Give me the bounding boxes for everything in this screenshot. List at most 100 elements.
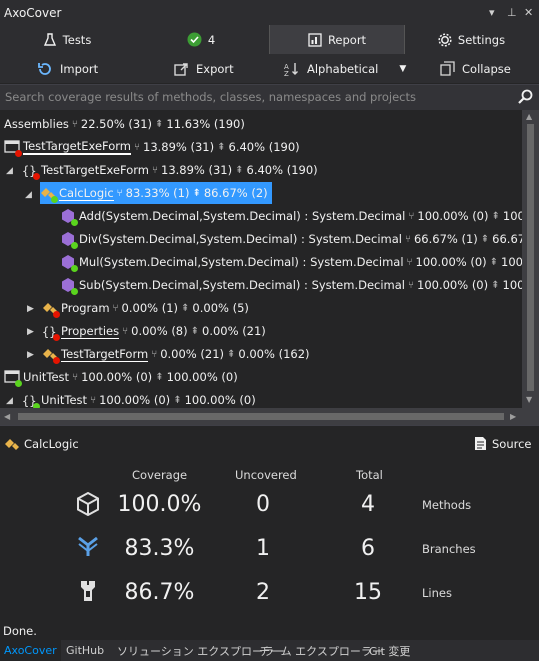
status-text: Done. [3,624,37,638]
collapsed-arrow-icon[interactable]: ▶ [27,350,34,360]
vertical-scrollbar[interactable]: ▲ ▼ [522,110,539,408]
scroll-down-icon[interactable]: ▼ [526,395,532,404]
expand-arrow-icon[interactable]: ◢ [25,190,32,200]
project-icon [4,369,22,387]
scrollbar-corner [522,408,539,425]
export-button[interactable]: Export [173,54,234,83]
branch-coverage-icon: ⇞ [227,348,236,360]
branch-coverage-icon: ⇞ [235,164,244,176]
line-coverage-value: 100.00% (0) [417,209,489,223]
tree-row-namespace[interactable]: {} TestTargetExeForm ⑂ 13.89% (31) ⇞ 6.4… [22,159,318,181]
import-button[interactable]: Import [37,54,98,83]
collapse-button[interactable]: Collapse [440,54,511,83]
line-coverage-icon: ⑂ [116,187,123,199]
line-coverage-icon: ⑂ [406,256,413,268]
line-coverage-icon: ⑂ [152,164,158,176]
tree-row-unittest-project[interactable]: UnitTest ⑂ 100.00% (0) ⇞ 100.00% (0) [4,366,238,388]
branches-uncovered: 1 [256,536,270,561]
branch-coverage-value: 100.00% (0) [166,370,238,384]
tab-report-label: Report [327,32,367,47]
horizontal-scroll-thumb[interactable] [18,413,504,420]
line-coverage-value: 13.89% (31) [143,140,215,154]
line-coverage-icon: ⑂ [151,348,158,360]
expand-arrow-icon[interactable]: ◢ [6,166,13,176]
tree-row-label: Assemblies [4,117,69,131]
branches-icon [78,536,98,556]
namespace-icon: {} [42,323,60,341]
close-icon[interactable]: ✕ [524,6,533,19]
tab-settings-label: Settings [457,32,506,47]
line-coverage-value: 100.00% (0) [417,278,489,292]
branch-coverage-icon: ⇞ [190,325,199,337]
namespace-icon: {} [22,392,40,408]
sort-dropdown[interactable]: AZ Alphabetical ▼ [284,54,406,83]
bottom-tab-axocover[interactable]: AxoCover [0,640,61,661]
tree-row-calclogic[interactable]: CalcLogic ⑂ 83.33% (1) ⇞ 86.67% (2) [40,182,272,204]
tab-report[interactable]: Report [269,25,405,54]
horizontal-scrollbar[interactable]: ◀ ▶ [0,408,522,425]
search-icon[interactable] [517,89,533,105]
methods-label: Methods [422,498,472,512]
lines-uncovered: 2 [256,580,270,605]
branch-coverage-icon: ⇞ [155,371,164,383]
expand-arrow-icon[interactable]: ◢ [6,396,13,406]
lines-coverage: 86.7% [124,580,195,605]
tree-row-method-div[interactable]: Div(System.Decimal,System.Decimal) : Sys… [60,228,522,250]
search-input[interactable]: Search coverage results of methods, clas… [0,84,539,110]
line-coverage-icon: ⑂ [71,118,78,130]
branch-coverage-value: 0.00% (5) [192,301,249,315]
source-button[interactable]: Source [474,436,532,451]
method-icon [60,254,78,272]
tree-row-method-mul[interactable]: Mul(System.Decimal,System.Decimal) : Sys… [60,251,522,273]
scroll-left-icon[interactable]: ◀ [4,412,10,421]
branch-coverage-value: 6.40% (190) [246,163,318,177]
header-total: Total [356,468,383,482]
class-icon [42,346,60,364]
covered-dot [15,380,22,387]
tab-settings[interactable]: Settings [404,25,539,54]
report-icon [308,32,322,47]
tree-row-method-add[interactable]: Add(System.Decimal,System.Decimal) : Sys… [60,205,522,227]
tree-row-project[interactable]: TestTargetExeForm ⑂ 13.89% (31) ⇞ 6.40% … [4,136,300,158]
line-coverage-value: 100.00% (0) [415,255,487,269]
tree-row-assemblies[interactable]: Assemblies ⑂ 22.50% (31) ⇞ 11.63% (190) [4,113,245,135]
tree-row-unittest-namespace[interactable]: {} UnitTest ⑂ 100.00% (0) ⇞ 100.00% (0) [22,389,256,408]
vertical-scroll-thumb[interactable] [527,124,534,391]
branch-coverage-icon: ⇞ [489,256,499,268]
branch-coverage-icon: ⇞ [491,210,500,222]
collapsed-arrow-icon[interactable]: ▶ [27,327,34,337]
covered-dot [51,196,58,203]
bottom-tab-team-explorer[interactable]: チーム エクスプローラー [259,640,383,661]
branch-coverage-value: 66.67% (2) [492,232,522,246]
bottom-tab-git-changes[interactable]: Git 変更 [369,640,410,661]
tab-tests[interactable]: Tests [0,25,134,54]
tab-passed[interactable]: 4 [134,25,268,54]
check-circle-icon [187,32,202,47]
branch-coverage-value: 6.40% (190) [228,140,300,154]
tree-row-properties[interactable]: {} Properties ⑂ 0.00% (8) ⇞ 0.00% (21) [42,320,266,342]
collapse-icon [440,61,455,76]
collapsed-arrow-icon[interactable]: ▶ [27,304,34,314]
dropdown-icon[interactable]: ▾ [489,6,495,19]
branch-coverage-value: 100.00% (0) [184,393,256,407]
tree-row-testtargetform[interactable]: TestTargetForm ⑂ 0.00% (21) ⇞ 0.00% (162… [42,343,310,365]
document-icon [475,437,486,450]
uncovered-dot [53,357,60,364]
tree-row-method-sub[interactable]: Sub(System.Decimal,System.Decimal) : Sys… [60,274,522,296]
branches-total: 6 [361,536,375,561]
line-coverage-icon: ⑂ [72,371,79,383]
branch-coverage-icon: ⇞ [173,394,182,406]
pin-icon[interactable]: ⊥ [507,6,517,19]
bottom-tab-github[interactable]: GitHub [66,640,104,661]
import-label: Import [60,61,99,76]
class-icon [5,439,19,450]
branch-coverage-icon: ⇞ [181,302,190,314]
tree-row-program[interactable]: Program ⑂ 0.00% (1) ⇞ 0.00% (5) [42,297,249,319]
sort-alpha-icon: AZ [284,62,298,77]
scroll-up-icon[interactable]: ▲ [526,112,532,121]
line-coverage-value: 100.00% (0) [81,370,153,384]
methods-total: 4 [361,492,375,517]
scroll-right-icon[interactable]: ▶ [510,412,516,421]
uncovered-dot [53,334,60,341]
line-coverage-value: 0.00% (1) [121,301,179,315]
